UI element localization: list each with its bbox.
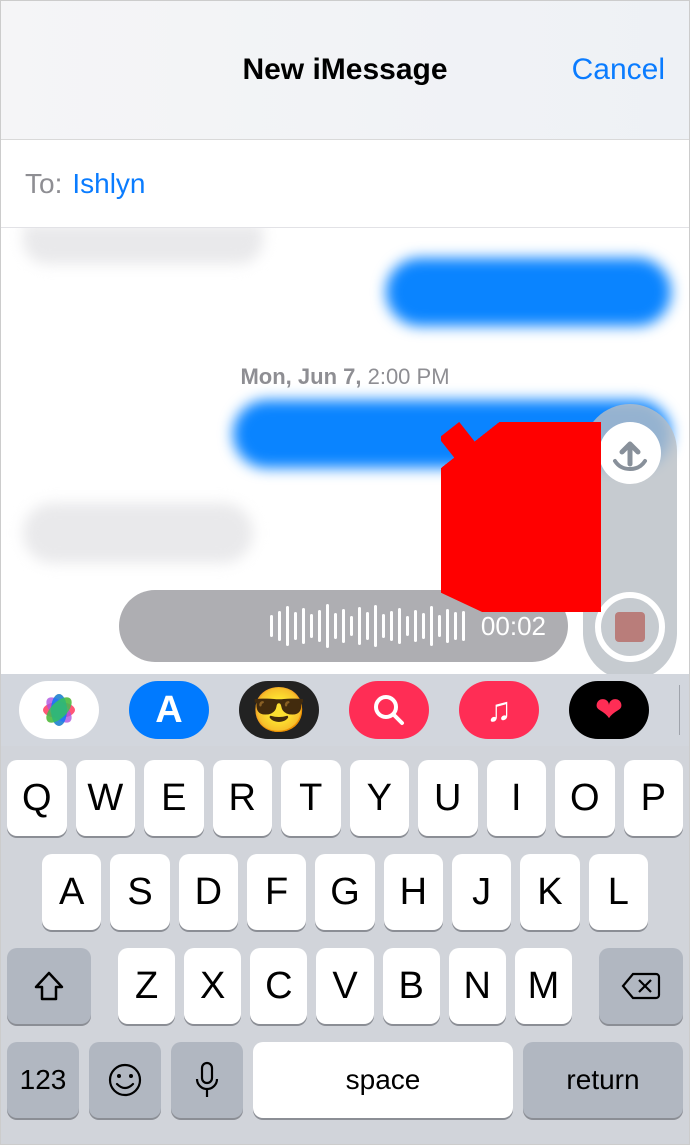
key-shift[interactable] bbox=[7, 948, 91, 1024]
music-app-button[interactable]: ♫ bbox=[459, 681, 539, 739]
fitness-icon: ❤ bbox=[595, 690, 624, 730]
search-app-icon bbox=[372, 693, 406, 727]
message-bubble-sent bbox=[386, 258, 671, 326]
key-e[interactable]: E bbox=[144, 760, 204, 836]
stop-icon bbox=[615, 612, 645, 642]
key-k[interactable]: K bbox=[520, 854, 579, 930]
fitness-app-button[interactable]: ❤ bbox=[569, 681, 649, 739]
key-u[interactable]: U bbox=[418, 760, 478, 836]
keyboard-row-2: A S D F G H J K L bbox=[7, 854, 683, 930]
key-m[interactable]: M bbox=[515, 948, 572, 1024]
app-drawer-separator bbox=[679, 685, 680, 735]
message-bubble-received bbox=[23, 228, 263, 264]
compose-header: New iMessage Cancel bbox=[1, 1, 689, 140]
key-x[interactable]: X bbox=[184, 948, 241, 1024]
key-q[interactable]: Q bbox=[7, 760, 67, 836]
key-p[interactable]: P bbox=[624, 760, 684, 836]
key-i[interactable]: I bbox=[487, 760, 547, 836]
images-app-button[interactable] bbox=[349, 681, 429, 739]
keyboard-row-4: 123 space return bbox=[7, 1042, 683, 1118]
waveform-icon bbox=[270, 604, 465, 648]
shift-icon bbox=[32, 969, 66, 1003]
backspace-icon bbox=[621, 971, 661, 1001]
memoji-app-button[interactable]: 😎 bbox=[239, 681, 319, 739]
voice-duration-label: 00:02 bbox=[481, 611, 546, 642]
imessage-app-drawer[interactable]: A 😎 ♫ ❤ 😂 bbox=[1, 674, 689, 746]
key-o[interactable]: O bbox=[555, 760, 615, 836]
key-g[interactable]: G bbox=[315, 854, 374, 930]
to-field[interactable]: To: Ishlyn bbox=[1, 140, 689, 228]
key-backspace[interactable] bbox=[599, 948, 683, 1024]
stop-recording-button[interactable] bbox=[595, 592, 665, 662]
key-w[interactable]: W bbox=[76, 760, 136, 836]
cancel-button[interactable]: Cancel bbox=[572, 53, 665, 87]
key-f[interactable]: F bbox=[247, 854, 306, 930]
photos-app-button[interactable] bbox=[19, 681, 99, 739]
send-voice-button[interactable] bbox=[599, 422, 661, 484]
conversation-area: Mon, Jun 7, 2:00 PM Rea 00:02 bbox=[1, 228, 689, 674]
appstore-app-button[interactable]: A bbox=[129, 681, 209, 739]
voice-recording-pill[interactable]: 00:02 bbox=[119, 590, 568, 662]
key-t[interactable]: T bbox=[281, 760, 341, 836]
keyboard-row-3: Z X C V B N M bbox=[7, 948, 683, 1024]
key-z[interactable]: Z bbox=[118, 948, 175, 1024]
key-l[interactable]: L bbox=[589, 854, 648, 930]
key-r[interactable]: R bbox=[213, 760, 273, 836]
key-space[interactable]: space bbox=[253, 1042, 513, 1118]
key-h[interactable]: H bbox=[384, 854, 443, 930]
key-v[interactable]: V bbox=[316, 948, 373, 1024]
memoji-icon: 😎 bbox=[252, 684, 307, 736]
mic-icon bbox=[193, 1061, 221, 1099]
key-j[interactable]: J bbox=[452, 854, 511, 930]
key-a[interactable]: A bbox=[42, 854, 101, 930]
keyboard-row-1: Q W E R T Y U I O P bbox=[7, 760, 683, 836]
to-recipient: Ishlyn bbox=[72, 168, 145, 200]
keyboard: Q W E R T Y U I O P A S D F G H J K L bbox=[1, 746, 689, 1144]
key-y[interactable]: Y bbox=[350, 760, 410, 836]
key-b[interactable]: B bbox=[383, 948, 440, 1024]
key-123[interactable]: 123 bbox=[7, 1042, 79, 1118]
key-s[interactable]: S bbox=[110, 854, 169, 930]
key-c[interactable]: C bbox=[250, 948, 307, 1024]
to-label: To: bbox=[25, 168, 62, 200]
message-bubble-received bbox=[23, 503, 253, 563]
send-up-icon bbox=[605, 428, 655, 478]
read-receipt-label: Rea bbox=[532, 478, 569, 501]
key-dictation[interactable] bbox=[171, 1042, 243, 1118]
key-n[interactable]: N bbox=[449, 948, 506, 1024]
music-icon: ♫ bbox=[486, 691, 512, 730]
key-return[interactable]: return bbox=[523, 1042, 683, 1118]
photos-icon bbox=[39, 690, 79, 730]
page-title: New iMessage bbox=[242, 53, 447, 87]
key-d[interactable]: D bbox=[179, 854, 238, 930]
appstore-icon: A bbox=[155, 689, 182, 732]
key-emoji[interactable] bbox=[89, 1042, 161, 1118]
emoji-icon bbox=[107, 1062, 143, 1098]
timestamp-label: Mon, Jun 7, 2:00 PM bbox=[1, 364, 689, 390]
voice-control-capsule bbox=[583, 404, 677, 674]
